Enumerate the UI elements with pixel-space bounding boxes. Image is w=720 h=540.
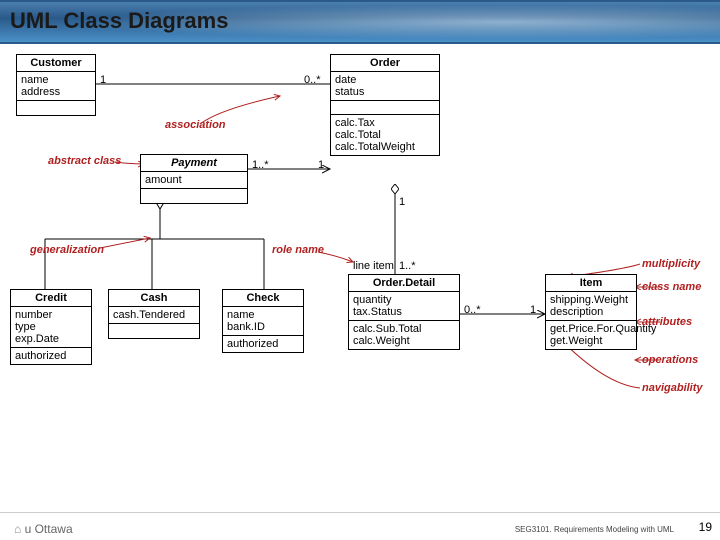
ann-association: association — [165, 119, 226, 131]
classname: Cash — [109, 290, 199, 307]
ann-generalization: generalization — [30, 244, 104, 256]
classname: Item — [546, 275, 636, 292]
attrs: name bank.ID — [223, 307, 303, 336]
class-orderdetail: Order.Detail quantity tax.Status calc.Su… — [348, 274, 460, 350]
mult-order: 0..* — [304, 74, 321, 86]
ann-navigability: navigability — [642, 382, 703, 394]
attrs: amount — [141, 172, 247, 189]
slide-banner: UML Class Diagrams — [0, 0, 720, 44]
class-payment: Payment amount — [140, 154, 248, 204]
rolename-label: line item — [353, 260, 394, 272]
ann-abstract: abstract class — [48, 155, 121, 167]
ann-multiplicity: multiplicity — [642, 258, 700, 270]
class-credit: Credit number type exp.Date authorized — [10, 289, 92, 365]
ops — [17, 101, 95, 115]
mult-detailmany: 0..* — [464, 304, 481, 316]
attrs: cash.Tendered — [109, 307, 199, 324]
attrs: number type exp.Date — [11, 307, 91, 348]
ops: calc.Sub.Total calc.Weight — [349, 321, 459, 349]
class-cash: Cash cash.Tendered — [108, 289, 200, 339]
attrs: name address — [17, 72, 95, 101]
ops: authorized — [223, 336, 303, 352]
classname: Credit — [11, 290, 91, 307]
class-item: Item shipping.Weight description get.Pri… — [545, 274, 637, 350]
attrs: quantity tax.Status — [349, 292, 459, 321]
class-order: Order date status calc.Tax calc.Total ca… — [330, 54, 440, 156]
ann-attributes: attributes — [642, 316, 692, 328]
mult-itemone: 1 — [530, 304, 536, 316]
attrs: date status — [331, 72, 439, 101]
ann-classname: class name — [642, 281, 701, 293]
slide-footer: ⌂ u Ottawa SEG3101. Requirements Modelin… — [0, 512, 720, 540]
class-customer: Customer name address — [16, 54, 96, 116]
slide-title: UML Class Diagrams — [10, 8, 228, 34]
mult-paymany: 1..* — [252, 159, 269, 171]
university-logo: ⌂ u Ottawa — [14, 522, 73, 536]
ops: get.Price.For.Quantity get.Weight — [546, 321, 636, 349]
attrs: shipping.Weight description — [546, 292, 636, 321]
ops — [109, 324, 199, 338]
ops: authorized — [11, 348, 91, 364]
classname: Order — [331, 55, 439, 72]
mult-payone: 1 — [318, 159, 324, 171]
classname: Payment — [141, 155, 247, 172]
ann-rolename: role name — [272, 244, 324, 256]
mult-linemany: 1..* — [399, 260, 416, 272]
ops — [141, 189, 247, 203]
page-number: 19 — [699, 520, 712, 534]
class-check: Check name bank.ID authorized — [222, 289, 304, 353]
classname: Check — [223, 290, 303, 307]
footer-course: SEG3101. Requirements Modeling with UML — [515, 525, 674, 534]
classname: Order.Detail — [349, 275, 459, 292]
uml-diagram: Customer name address Order date status … — [0, 44, 720, 504]
classname: Customer — [17, 55, 95, 72]
ops: calc.Tax calc.Total calc.TotalWeight — [331, 115, 439, 155]
mult-customer: 1 — [100, 74, 106, 86]
mult-orderone: 1 — [399, 196, 405, 208]
ann-operations: operations — [642, 354, 698, 366]
spacer — [331, 101, 439, 115]
